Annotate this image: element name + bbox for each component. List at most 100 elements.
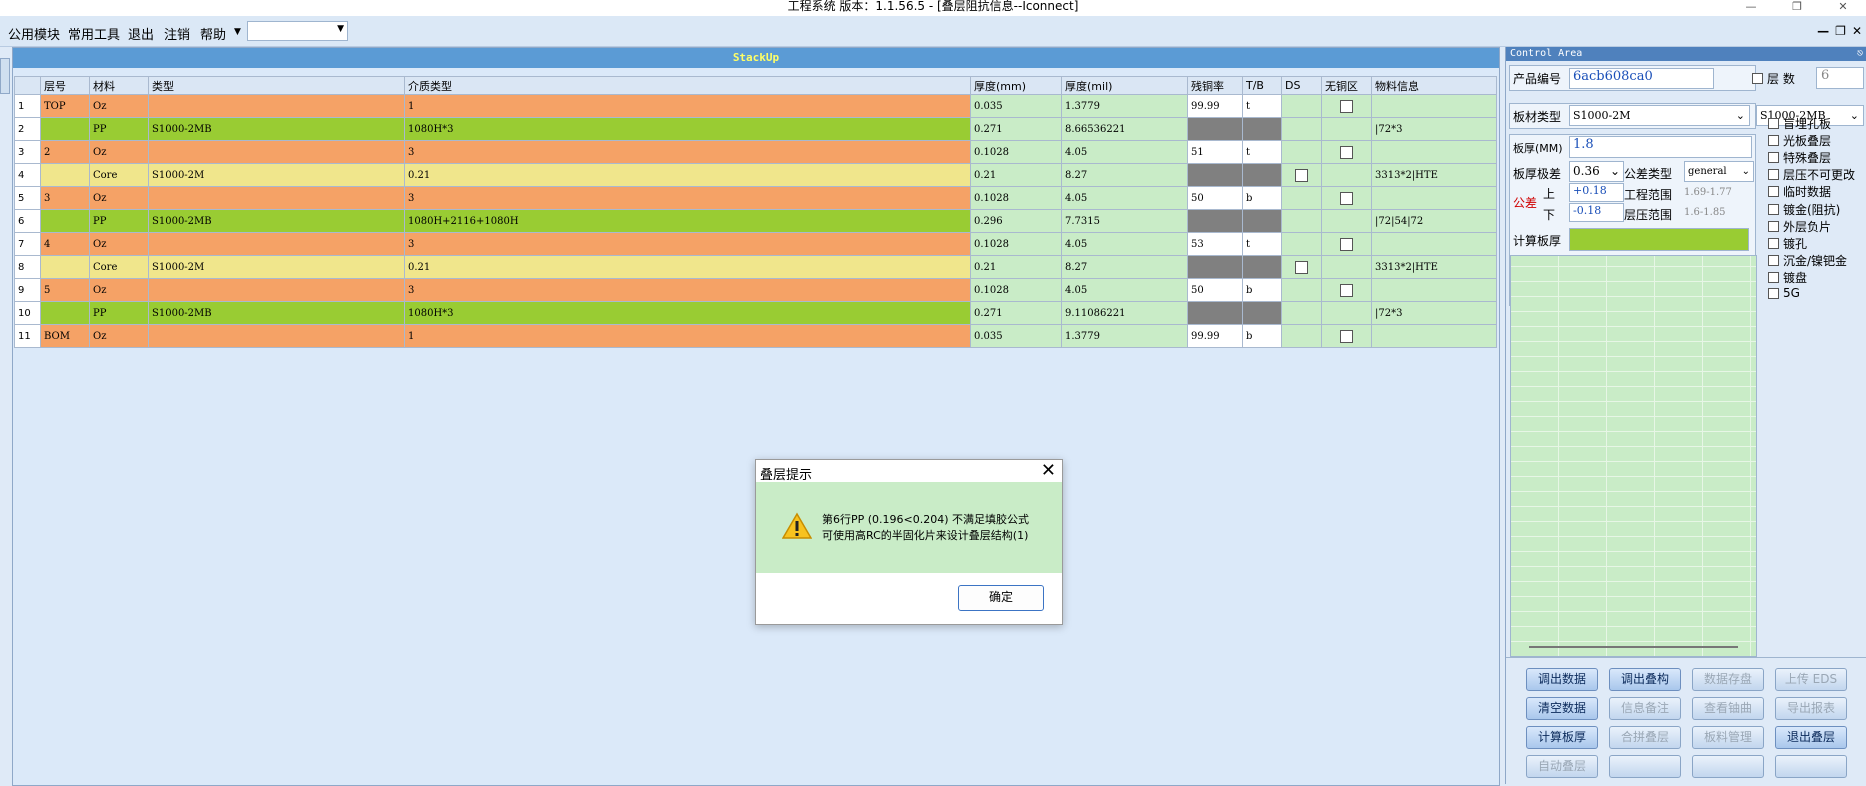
cell-type[interactable] — [148, 186, 405, 210]
cell-ds[interactable] — [1281, 301, 1322, 325]
cell-dielectric[interactable]: 1080H*3 — [404, 301, 971, 325]
cell-type[interactable] — [148, 140, 405, 164]
board-type-select[interactable]: S1000-2M ⌄ — [1569, 105, 1750, 126]
product-input[interactable]: 6acb608ca0 — [1569, 68, 1714, 89]
option-checkbox[interactable] — [1768, 152, 1779, 163]
cell-type[interactable] — [148, 232, 405, 256]
cell-thickness-mil[interactable]: 4.05 — [1061, 140, 1188, 164]
mdi-minimize-icon[interactable]: — — [1817, 24, 1829, 38]
cell-material[interactable]: Oz — [89, 278, 149, 302]
option-checkbox[interactable] — [1768, 287, 1779, 299]
cell-copper-rate[interactable] — [1187, 255, 1243, 279]
left-dock-tab[interactable] — [0, 58, 10, 94]
close-icon[interactable]: ✕ — [1820, 0, 1866, 16]
table-row[interactable]: 4 Core S1000-2M 0.21 0.21 8.27 3313*2|HTE — [14, 163, 1497, 187]
cell-no-copper[interactable] — [1321, 301, 1372, 325]
cell-thickness-mil[interactable]: 4.05 — [1061, 186, 1188, 210]
ok-button[interactable]: 确定 — [958, 585, 1044, 611]
no-copper-checkbox[interactable] — [1340, 237, 1353, 251]
col-ds[interactable]: DS — [1281, 76, 1322, 95]
cell-material[interactable]: PP — [89, 301, 149, 325]
row-number[interactable]: 6 — [14, 209, 41, 233]
cell-ds[interactable] — [1281, 278, 1322, 302]
cell-material[interactable]: Oz — [89, 140, 149, 164]
cell-copper-rate[interactable] — [1187, 301, 1243, 325]
option-check[interactable]: 外层负片 — [1768, 218, 1831, 235]
cell-thickness-mil[interactable]: 1.3779 — [1061, 94, 1188, 118]
option-check[interactable]: 镀孔 — [1768, 235, 1807, 252]
mdi-restore-icon[interactable]: ❐ — [1835, 24, 1846, 38]
col-tb[interactable]: T/B — [1242, 76, 1282, 95]
cell-material[interactable]: Oz — [89, 232, 149, 256]
cell-material-info[interactable] — [1371, 232, 1497, 256]
option-check[interactable]: 5G — [1768, 286, 1800, 300]
cell-layer[interactable] — [40, 301, 90, 325]
cell-tb[interactable]: t — [1242, 94, 1282, 118]
cell-copper-rate[interactable]: 99.99 — [1187, 324, 1243, 348]
action-button[interactable]: 信息备注 — [1609, 697, 1681, 720]
cell-material-info[interactable] — [1371, 278, 1497, 302]
col-no-copper[interactable]: 无铜区 — [1321, 76, 1372, 95]
col-thickness-mil[interactable]: 厚度(mil) — [1061, 76, 1188, 95]
cell-material[interactable]: Core — [89, 163, 149, 187]
action-button[interactable]: 上传 EDS — [1775, 668, 1847, 691]
cell-no-copper[interactable] — [1321, 255, 1372, 279]
cell-ds[interactable] — [1281, 94, 1322, 118]
cell-layer[interactable]: TOP — [40, 94, 90, 118]
action-button[interactable]: 调出数据 — [1526, 668, 1598, 691]
table-row[interactable]: 5 3 Oz 3 0.1028 4.05 50 b — [14, 186, 1497, 210]
no-copper-checkbox[interactable] — [1340, 191, 1353, 205]
no-copper-checkbox[interactable] — [1340, 99, 1353, 113]
cell-thickness-mm[interactable]: 0.296 — [970, 209, 1062, 233]
cell-ds[interactable] — [1281, 255, 1322, 279]
pin-icon[interactable]: ⎋ — [1857, 47, 1863, 61]
cell-copper-rate[interactable]: 50 — [1187, 186, 1243, 210]
cell-tb[interactable] — [1242, 209, 1282, 233]
table-row[interactable]: 6 PP S1000-2MB 1080H+2116+1080H 0.296 7.7315 |… — [14, 209, 1497, 233]
tolerance-type-select[interactable]: general ⌄ — [1684, 161, 1754, 182]
cell-thickness-mil[interactable]: 8.66536221 — [1061, 117, 1188, 141]
cell-material-info[interactable]: |72*3 — [1371, 117, 1497, 141]
row-number[interactable]: 4 — [14, 163, 41, 187]
menu-common-tools[interactable]: 常用工具 — [68, 24, 120, 43]
cell-material-info[interactable]: |72|54|72 — [1371, 209, 1497, 233]
option-check[interactable]: 镀金(阻抗) — [1768, 201, 1840, 218]
cell-no-copper[interactable] — [1321, 117, 1372, 141]
cell-ds[interactable] — [1281, 324, 1322, 348]
row-number[interactable]: 1 — [14, 94, 41, 118]
mdi-close-icon[interactable]: ✕ — [1852, 24, 1862, 38]
cell-copper-rate[interactable] — [1187, 117, 1243, 141]
cell-material-info[interactable] — [1371, 140, 1497, 164]
option-checkbox[interactable] — [1768, 272, 1779, 283]
action-button[interactable]: 自动叠层 — [1526, 755, 1598, 778]
table-row[interactable]: 3 2 Oz 3 0.1028 4.05 51 t — [14, 140, 1497, 164]
col-copper-rate[interactable]: 残铜率 — [1187, 76, 1243, 95]
layers-input[interactable]: 6 — [1816, 67, 1864, 89]
option-checkbox[interactable] — [1768, 118, 1779, 129]
cell-copper-rate[interactable] — [1187, 163, 1243, 187]
cell-type[interactable] — [148, 324, 405, 348]
cell-dielectric[interactable]: 1080H+2116+1080H — [404, 209, 971, 233]
layers-check[interactable]: 层 数 — [1752, 70, 1795, 87]
cell-ds[interactable] — [1281, 186, 1322, 210]
cell-ds[interactable] — [1281, 163, 1322, 187]
cell-thickness-mm[interactable]: 0.21 — [970, 163, 1062, 187]
action-button[interactable]: 退出叠层 — [1775, 726, 1847, 749]
cell-no-copper[interactable] — [1321, 324, 1372, 348]
cell-ds[interactable] — [1281, 232, 1322, 256]
menu-public-modules[interactable]: 公用模块 — [8, 24, 60, 43]
cell-copper-rate[interactable]: 53 — [1187, 232, 1243, 256]
horizontal-scrollbar[interactable] — [1529, 646, 1738, 648]
option-check[interactable]: 临时数据 — [1768, 183, 1831, 200]
table-row[interactable]: 11 BOM Oz 1 0.035 1.3779 99.99 b — [14, 324, 1497, 348]
table-row[interactable]: 10 PP S1000-2MB 1080H*3 0.271 9.11086221 |72*3 — [14, 301, 1497, 325]
cell-thickness-mm[interactable]: 0.035 — [970, 324, 1062, 348]
select-all-corner[interactable] — [14, 76, 41, 95]
cell-material-info[interactable] — [1371, 94, 1497, 118]
cell-tb[interactable]: t — [1242, 140, 1282, 164]
action-button[interactable]: 板料管理 — [1692, 726, 1764, 749]
tolerance-select[interactable]: 0.36 ⌄ — [1569, 161, 1624, 182]
action-button[interactable] — [1692, 755, 1764, 778]
cell-tb[interactable] — [1242, 255, 1282, 279]
row-number[interactable]: 11 — [14, 324, 41, 348]
